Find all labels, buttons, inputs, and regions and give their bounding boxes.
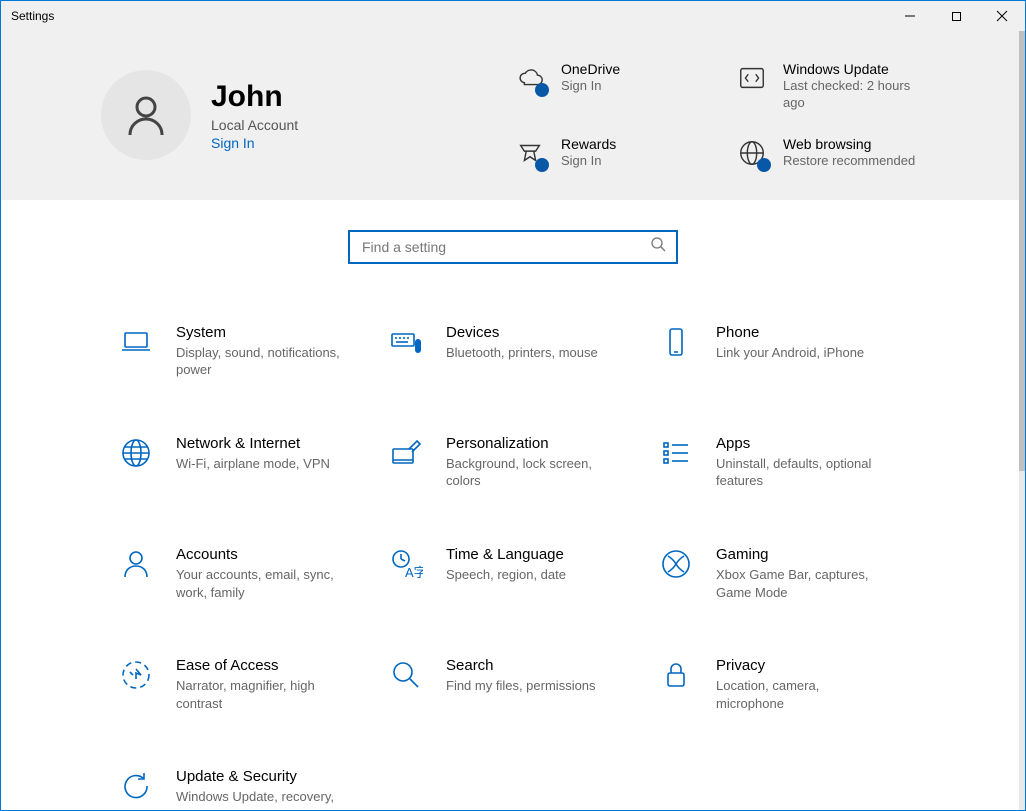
time-language-icon: A字 bbox=[388, 546, 424, 582]
refresh-icon bbox=[118, 768, 154, 804]
search-input[interactable] bbox=[360, 238, 650, 256]
category-title: Network & Internet bbox=[176, 435, 330, 452]
category-title: Privacy bbox=[716, 657, 886, 674]
category-sub: Your accounts, email, sync, work, family bbox=[176, 566, 346, 601]
status-onedrive[interactable]: OneDrive Sign In bbox=[513, 61, 703, 112]
sync-icon bbox=[735, 61, 769, 95]
category-time-language[interactable]: A字 Time & Language Speech, region, date bbox=[388, 546, 638, 601]
category-title: Search bbox=[446, 657, 596, 674]
lock-icon bbox=[658, 657, 694, 693]
ease-of-access-icon bbox=[118, 657, 154, 693]
category-system[interactable]: System Display, sound, notifications, pow… bbox=[118, 324, 368, 379]
category-apps[interactable]: Apps Uninstall, defaults, optional featur… bbox=[658, 435, 908, 490]
category-phone[interactable]: Phone Link your Android, iPhone bbox=[658, 324, 908, 379]
status-sub: Sign In bbox=[561, 78, 620, 95]
status-rewards[interactable]: Rewards Sign In bbox=[513, 136, 703, 170]
category-sub: Speech, region, date bbox=[446, 566, 566, 584]
category-sub: Find my files, permissions bbox=[446, 677, 596, 695]
category-title: Devices bbox=[446, 324, 598, 341]
category-title: Personalization bbox=[446, 435, 616, 452]
status-windows-update[interactable]: Windows Update Last checked: 2 hours ago bbox=[735, 61, 925, 112]
status-web-browsing[interactable]: Web browsing Restore recommended bbox=[735, 136, 925, 170]
category-update-security[interactable]: Update & Security Windows Update, recover… bbox=[118, 768, 368, 809]
search-icon bbox=[650, 236, 666, 257]
category-personalization[interactable]: Personalization Background, lock screen, … bbox=[388, 435, 638, 490]
category-title: Update & Security bbox=[176, 768, 346, 785]
keyboard-icon bbox=[388, 324, 424, 360]
category-title: System bbox=[176, 324, 346, 341]
category-privacy[interactable]: Privacy Location, camera, microphone bbox=[658, 657, 908, 712]
globe-icon bbox=[735, 136, 769, 170]
user-name: John bbox=[211, 80, 298, 113]
category-title: Gaming bbox=[716, 546, 886, 563]
category-title: Phone bbox=[716, 324, 864, 341]
status-grid: OneDrive Sign In Windows Update Last che… bbox=[513, 61, 925, 170]
person-icon bbox=[118, 546, 154, 582]
category-sub: Display, sound, notifications, power bbox=[176, 344, 346, 379]
status-title: Windows Update bbox=[783, 61, 925, 77]
globe-icon bbox=[118, 435, 154, 471]
category-sub: Link your Android, iPhone bbox=[716, 344, 864, 362]
category-sub: Narrator, magnifier, high contrast bbox=[176, 677, 346, 712]
category-sub: Uninstall, defaults, optional features bbox=[716, 455, 886, 490]
maximize-button[interactable] bbox=[933, 1, 979, 31]
status-title: Web browsing bbox=[783, 136, 915, 152]
user-signin-link[interactable]: Sign In bbox=[211, 135, 298, 151]
laptop-icon bbox=[118, 324, 154, 360]
category-search[interactable]: Search Find my files, permissions bbox=[388, 657, 638, 712]
close-button[interactable] bbox=[979, 1, 1025, 31]
user-icon bbox=[122, 91, 170, 139]
category-title: Accounts bbox=[176, 546, 346, 563]
category-title: Apps bbox=[716, 435, 886, 452]
category-sub: Background, lock screen, colors bbox=[446, 455, 616, 490]
category-sub: Windows Update, recovery, backup bbox=[176, 788, 346, 809]
category-sub: Bluetooth, printers, mouse bbox=[446, 344, 598, 362]
status-title: OneDrive bbox=[561, 61, 620, 77]
xbox-icon bbox=[658, 546, 694, 582]
cloud-icon bbox=[513, 61, 547, 95]
scrollbar[interactable] bbox=[1019, 31, 1025, 810]
status-sub: Sign In bbox=[561, 153, 616, 170]
list-icon bbox=[658, 435, 694, 471]
user-block[interactable]: John Local Account Sign In bbox=[101, 61, 513, 170]
category-sub: Wi-Fi, airplane mode, VPN bbox=[176, 455, 330, 473]
category-ease-of-access[interactable]: Ease of Access Narrator, magnifier, high … bbox=[118, 657, 368, 712]
category-gaming[interactable]: Gaming Xbox Game Bar, captures, Game Mode bbox=[658, 546, 908, 601]
window-controls bbox=[887, 1, 1025, 31]
category-sub: Location, camera, microphone bbox=[716, 677, 886, 712]
category-sub: Xbox Game Bar, captures, Game Mode bbox=[716, 566, 886, 601]
titlebar: Settings bbox=[1, 1, 1025, 31]
status-sub: Restore recommended bbox=[783, 153, 915, 170]
search-box[interactable] bbox=[348, 230, 678, 264]
user-account-type: Local Account bbox=[211, 117, 298, 133]
svg-text:A字: A字 bbox=[405, 565, 423, 580]
window-title: Settings bbox=[11, 9, 54, 23]
status-sub: Last checked: 2 hours ago bbox=[783, 78, 925, 112]
magnifier-icon bbox=[388, 657, 424, 693]
category-title: Time & Language bbox=[446, 546, 566, 563]
categories-grid: System Display, sound, notifications, pow… bbox=[108, 324, 918, 809]
paint-icon bbox=[388, 435, 424, 471]
category-devices[interactable]: Devices Bluetooth, printers, mouse bbox=[388, 324, 638, 379]
status-title: Rewards bbox=[561, 136, 616, 152]
content: System Display, sound, notifications, pow… bbox=[1, 200, 1025, 809]
category-accounts[interactable]: Accounts Your accounts, email, sync, work… bbox=[118, 546, 368, 601]
avatar bbox=[101, 70, 191, 160]
phone-icon bbox=[658, 324, 694, 360]
minimize-button[interactable] bbox=[887, 1, 933, 31]
ribbon-icon bbox=[513, 136, 547, 170]
category-title: Ease of Access bbox=[176, 657, 346, 674]
header: John Local Account Sign In OneDrive Sign… bbox=[1, 31, 1025, 200]
category-network[interactable]: Network & Internet Wi-Fi, airplane mode, … bbox=[118, 435, 368, 490]
